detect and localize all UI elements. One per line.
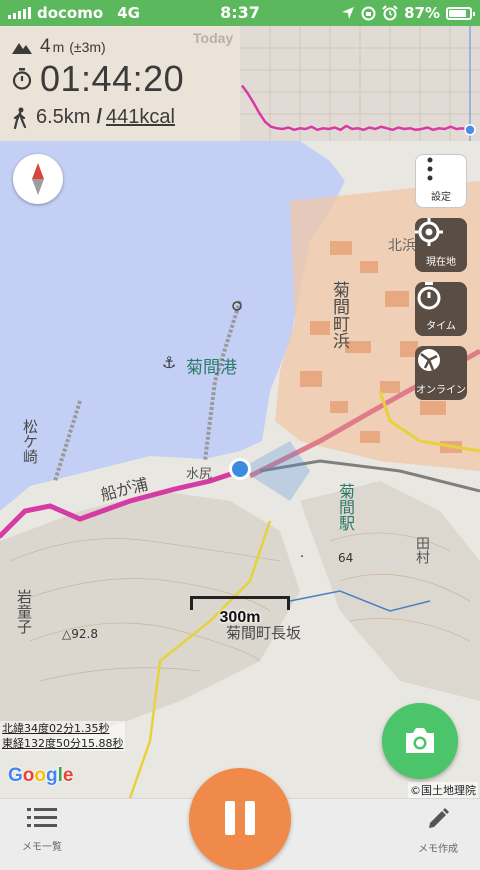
label-iwadoko: 岩童子 [15, 589, 33, 634]
map-view[interactable]: ⚓ · 菊間港 菊間町浜 菊間駅 松ケ崎 船が浦 菊間町長坂 岩童子 北浜 水尻… [0, 141, 480, 798]
distance-value: 6.5km [36, 106, 91, 128]
scale-bar: 300m [190, 596, 290, 626]
label-town: 菊間町浜 [329, 281, 349, 349]
battery-icon [446, 6, 475, 20]
chart-current-point [464, 124, 476, 136]
label-cape: 松ケ崎 [21, 419, 39, 464]
settings-button[interactable]: 設定 [415, 154, 467, 208]
latitude-text: 北緯34度02分1.35秒 [0, 721, 126, 736]
status-right: 87% [341, 4, 475, 22]
label-mizuzaki: 水尻 [186, 467, 213, 482]
pause-icon-bar-right [245, 801, 255, 835]
stats-separator: / [96, 106, 103, 128]
anchor-icon: ⚓ [162, 353, 176, 372]
coordinates-readout: 北緯34度02分1.35秒 東経132度50分15.88秒 [0, 721, 126, 751]
google-logo: Google [8, 765, 74, 786]
altitude-unit: m [52, 39, 65, 55]
altitude-chart[interactable] [240, 26, 480, 141]
pause-icon-bar-left [225, 801, 235, 835]
current-location-label: 現在地 [426, 257, 456, 268]
pencil-icon [429, 808, 449, 828]
scale-bar-label: 300m [219, 609, 261, 626]
activity-stats-panel: 4 m (±3m) 01:44:20 6.5km / 441kcal Today [0, 26, 480, 141]
compass-needle-icon [32, 163, 44, 195]
longitude-text: 東経132度50分15.88秒 [0, 736, 126, 751]
label-tamura: 田村 [414, 536, 430, 564]
current-location-dot [232, 461, 248, 477]
walking-person-icon [13, 107, 27, 129]
altitude-accuracy: (±3m) [69, 39, 106, 55]
calories-link[interactable]: 441kcal [106, 106, 175, 129]
crosshair-icon [415, 218, 443, 246]
more-vertical-icon [427, 157, 433, 181]
timer-button[interactable]: タイム [415, 282, 467, 336]
memo-create-label: メモ作成 [418, 844, 458, 855]
online-button[interactable]: オンライン [415, 346, 467, 400]
camera-button[interactable] [382, 703, 458, 779]
current-location-button[interactable]: 現在地 [415, 218, 467, 272]
status-bar: docomo 4G 8:37 87% [0, 0, 480, 26]
stopwatch-icon [12, 68, 32, 90]
label-port: 菊間港 [186, 358, 237, 378]
altitude-row: 4 m (±3m) [12, 36, 106, 58]
orientation-lock-icon [361, 6, 376, 20]
memo-list-label: メモ一覧 [22, 842, 62, 853]
mountain-icon [12, 43, 32, 54]
compass-button[interactable] [13, 154, 63, 204]
elapsed-time: 01:44:20 [40, 58, 185, 99]
alarm-icon [382, 5, 398, 21]
location-arrow-icon [342, 7, 355, 19]
label-elevation-92: △92.8 [62, 627, 98, 641]
battery-percent: 87% [404, 4, 440, 22]
chart-label: Today [193, 30, 234, 46]
elevation-marker-64: · [300, 550, 304, 565]
label-kitahama: 北浜 [388, 238, 416, 254]
altitude-value: 4 [40, 36, 51, 57]
settings-label: 設定 [431, 192, 451, 203]
label-station: 菊間駅 [336, 483, 355, 531]
globe-icon [418, 349, 440, 371]
stopwatch-icon [417, 282, 441, 310]
label-elevation-64: 64 [338, 551, 354, 565]
map-copyright: ©国土地理院 [408, 782, 478, 798]
memo-list-button[interactable]: メモ一覧 [7, 807, 77, 853]
elapsed-time-row: 01:44:20 [12, 58, 184, 100]
list-icon [27, 808, 57, 827]
timer-label: タイム [426, 321, 456, 332]
scale-bar-line [190, 596, 290, 610]
online-label: オンライン [416, 385, 466, 396]
camera-icon [406, 728, 434, 753]
memo-create-button[interactable]: メモ作成 [403, 807, 473, 855]
pause-button[interactable] [189, 768, 291, 870]
distance-row: 6.5km / 441kcal [12, 106, 175, 129]
